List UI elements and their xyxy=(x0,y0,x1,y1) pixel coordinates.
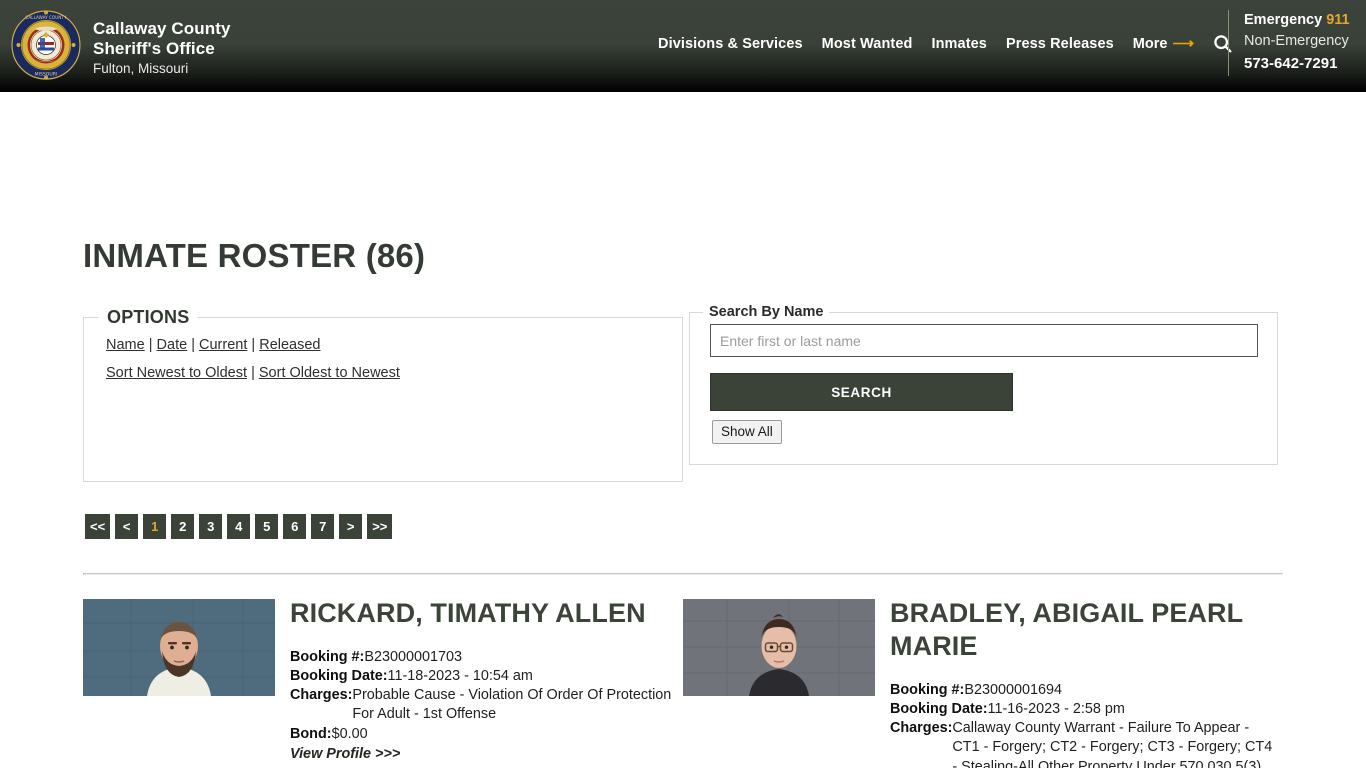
pagination-prev[interactable]: < xyxy=(115,514,139,539)
booking-number-label: Booking #: xyxy=(290,648,365,665)
inmate-card: RICKARD, TIMATHY ALLEN Booking #:B230000… xyxy=(83,597,683,768)
show-all-button[interactable]: Show All xyxy=(712,420,782,444)
charges-label: Charges: xyxy=(290,687,353,704)
option-link-released[interactable]: Released xyxy=(259,337,320,353)
bond-row: Bond:$0.00 xyxy=(290,725,680,744)
booking-date-label: Booking Date: xyxy=(290,668,388,685)
pagination-page-6[interactable]: 6 xyxy=(283,514,307,539)
emergency-line: Emergency 911 xyxy=(1244,10,1350,31)
booking-date-row: Booking Date:11-16-2023 - 2:58 pm xyxy=(890,700,1280,719)
org-name-line1: Callaway County xyxy=(93,19,231,38)
pagination-page-5[interactable]: 5 xyxy=(255,514,279,539)
option-link-sort-newest-to-oldest[interactable]: Sort Newest to Oldest xyxy=(106,365,247,381)
charges-row: Charges: Callaway County Warrant - Failur… xyxy=(890,719,1280,768)
inmate-card: BRADLEY, ABIGAIL PEARL MARIE Booking #:B… xyxy=(683,597,1283,768)
booking-number-value: B23000001694 xyxy=(964,681,1062,698)
inmate-name[interactable]: BRADLEY, ABIGAIL PEARL MARIE xyxy=(890,597,1280,663)
nav-item-inmates[interactable]: Inmates xyxy=(931,36,987,52)
emergency-contact-block: Emergency 911 Non-Emergency 573-642-7291 xyxy=(1228,10,1350,76)
pagination-last[interactable]: >> xyxy=(367,514,393,539)
search-panel: Search By Name SEARCH Show All xyxy=(689,304,1278,465)
nav-item-press-releases[interactable]: Press Releases xyxy=(1006,36,1114,52)
booking-date-row: Booking Date:11-18-2023 - 10:54 am xyxy=(290,667,680,686)
pagination-page-2[interactable]: 2 xyxy=(171,514,195,539)
bond-value: $0.00 xyxy=(331,725,368,742)
nav-item-divisions-services[interactable]: Divisions & Services xyxy=(658,36,803,52)
option-link-current[interactable]: Current xyxy=(199,337,247,353)
primary-navigation: Divisions & Services Most Wanted Inmates… xyxy=(658,33,1233,54)
options-legend: OPTIONS xyxy=(107,307,190,327)
brand-block[interactable]: CALLAWAY COUNTY MISSOURI Callaway County… xyxy=(0,0,231,81)
option-separator: | xyxy=(191,337,195,353)
inmate-mugshot-photo[interactable] xyxy=(683,599,875,696)
svg-text:MISSOURI: MISSOURI xyxy=(35,72,58,78)
inmate-fields: Booking #:B23000001703 Booking Date:11-1… xyxy=(290,648,680,764)
inmate-mugshot-photo[interactable] xyxy=(83,599,275,696)
charges-value: Callaway County Warrant - Failure To App… xyxy=(952,720,1273,768)
pagination-page-4[interactable]: 4 xyxy=(227,514,251,539)
option-separator: | xyxy=(251,364,255,381)
booking-date-value: 11-16-2023 - 2:58 pm xyxy=(987,701,1125,718)
search-legend: Search By Name xyxy=(709,304,824,320)
option-separator: | xyxy=(148,337,153,353)
booking-date-value: 11-18-2023 - 10:54 am xyxy=(387,668,533,685)
pagination-next[interactable]: > xyxy=(339,514,363,539)
charges-row: Charges: Probable Cause - Violation Of Or… xyxy=(290,686,680,724)
non-emergency-number[interactable]: 573-642-7291 xyxy=(1244,53,1350,75)
view-profile-link[interactable]: View Profile >>> xyxy=(290,745,400,764)
pagination-page-7[interactable]: 7 xyxy=(311,514,335,539)
section-divider xyxy=(83,573,1283,575)
emergency-label: Emergency xyxy=(1244,12,1323,28)
inmate-name[interactable]: RICKARD, TIMATHY ALLEN xyxy=(290,597,680,630)
nav-item-most-wanted[interactable]: Most Wanted xyxy=(822,36,913,52)
booking-date-label: Booking Date: xyxy=(890,701,988,718)
emergency-number: 911 xyxy=(1326,12,1350,28)
booking-number-label: Booking #: xyxy=(890,681,965,698)
charges-value: Probable Cause - Violation Of Order Of P… xyxy=(352,687,672,723)
charges-label: Charges: xyxy=(890,720,953,737)
sheriff-badge-icon: CALLAWAY COUNTY MISSOURI xyxy=(10,9,82,81)
inmate-details: RICKARD, TIMATHY ALLEN Booking #:B230000… xyxy=(290,597,680,764)
inmate-roster-list: RICKARD, TIMATHY ALLEN Booking #:B230000… xyxy=(83,597,1283,768)
org-name-line2: Sheriff's Office xyxy=(93,39,215,59)
brand-text: Callaway County Sheriff's Office Fulton,… xyxy=(93,9,231,77)
nav-more-label: More xyxy=(1132,35,1168,52)
booking-number-row: Booking #:B23000001703 xyxy=(290,648,680,667)
arrow-right-icon: ⟶ xyxy=(1172,35,1194,52)
booking-number-row: Booking #:B23000001694 xyxy=(890,681,1280,700)
search-input[interactable] xyxy=(710,324,1258,357)
option-separator: | xyxy=(251,337,256,353)
options-row-filters: Name | Date | Current | Released xyxy=(106,332,682,360)
option-link-sort-oldest-to-newest[interactable]: Sort Oldest to Newest xyxy=(259,365,400,381)
options-panel: OPTIONS Name | Date | Current | Released… xyxy=(83,307,683,482)
inmate-details: BRADLEY, ABIGAIL PEARL MARIE Booking #:B… xyxy=(890,597,1280,768)
pagination-page-3[interactable]: 3 xyxy=(199,514,223,539)
options-row-sorting: Sort Newest to Oldest | Sort Oldest to N… xyxy=(106,360,682,388)
page-title: INMATE ROSTER (86) xyxy=(83,237,426,274)
option-link-name[interactable]: Name xyxy=(106,337,145,353)
site-header: CALLAWAY COUNTY MISSOURI Callaway County… xyxy=(0,0,1366,92)
pagination-first[interactable]: << xyxy=(85,514,111,539)
nav-item-more[interactable]: More ⟶ xyxy=(1133,36,1194,52)
search-submit-button[interactable]: SEARCH xyxy=(710,373,1013,411)
pagination: << < 1 2 3 4 5 6 7 > >> xyxy=(85,514,393,539)
option-link-date[interactable]: Date xyxy=(157,337,188,353)
bond-label: Bond: xyxy=(290,725,332,742)
svg-text:CALLAWAY COUNTY: CALLAWAY COUNTY xyxy=(25,15,67,20)
inmate-fields: Booking #:B23000001694 Booking Date:11-1… xyxy=(890,681,1280,768)
org-location: Fulton, Missouri xyxy=(93,61,189,77)
non-emergency-label: Non-Emergency xyxy=(1244,33,1349,50)
pagination-page-1[interactable]: 1 xyxy=(143,514,167,539)
booking-number-value: B23000001703 xyxy=(364,648,462,665)
